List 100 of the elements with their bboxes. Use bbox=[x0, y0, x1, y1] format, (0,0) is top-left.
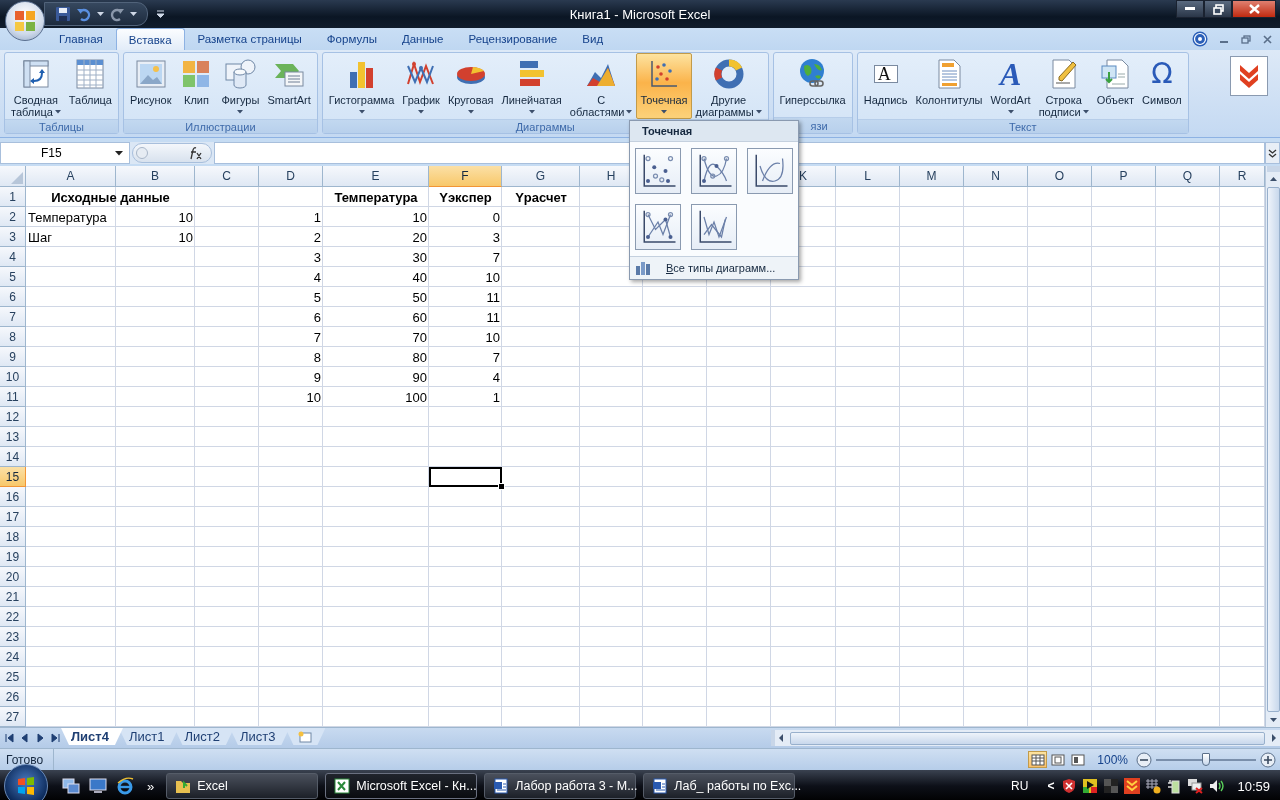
ribbon-button[interactable]: SmartArt bbox=[263, 53, 315, 119]
ribbon-button[interactable]: Другие диаграммы bbox=[691, 53, 766, 119]
sheet-tab[interactable]: Лист4 bbox=[61, 728, 123, 745]
row-header[interactable]: 22 bbox=[0, 607, 26, 627]
column-header[interactable]: M bbox=[900, 166, 964, 187]
column-header[interactable]: L bbox=[836, 166, 900, 187]
clock[interactable]: 10:59 bbox=[1237, 778, 1270, 794]
view-button[interactable] bbox=[1068, 751, 1088, 768]
minimize-button[interactable] bbox=[1176, 0, 1204, 18]
row-header[interactable]: 20 bbox=[0, 567, 26, 587]
customize-toolbar-icon[interactable] bbox=[156, 10, 165, 18]
ribbon-button[interactable]: Ω Символ bbox=[1138, 53, 1186, 119]
row-header[interactable]: 16 bbox=[0, 487, 26, 507]
ribbon-button[interactable]: A WordArt bbox=[986, 53, 1035, 119]
ribbon-tab[interactable]: Разметка страницы bbox=[185, 28, 314, 50]
column-header[interactable]: P bbox=[1092, 166, 1156, 187]
ribbon-button[interactable]: Строка подписи bbox=[1034, 53, 1093, 119]
ribbon-tab[interactable]: Рецензирование bbox=[456, 28, 570, 50]
ribbon-button[interactable]: Сводная таблица bbox=[7, 53, 65, 119]
chart-type-option[interactable] bbox=[747, 148, 793, 194]
row-header[interactable]: 25 bbox=[0, 667, 26, 687]
ribbon-button[interactable]: Круговая bbox=[443, 53, 498, 119]
row-header[interactable]: 17 bbox=[0, 507, 26, 527]
ribbon-tab[interactable]: Вставка bbox=[115, 28, 185, 50]
restore-button[interactable] bbox=[1204, 0, 1232, 18]
row-header[interactable]: 27 bbox=[0, 707, 26, 727]
column-header[interactable]: B bbox=[116, 166, 195, 187]
sheet-tab[interactable]: Лист3 bbox=[229, 728, 290, 745]
column-header[interactable]: G bbox=[502, 166, 580, 187]
add-in-button[interactable] bbox=[1230, 56, 1268, 96]
desktop-icon[interactable] bbox=[89, 778, 107, 794]
zoom-in-icon[interactable] bbox=[1260, 751, 1276, 768]
row-header[interactable]: 12 bbox=[0, 407, 26, 427]
row-header[interactable]: 2 bbox=[0, 207, 26, 227]
ribbon-button[interactable]: Гистограмма bbox=[324, 53, 399, 119]
network-warning-icon[interactable] bbox=[1145, 778, 1162, 794]
shield-x-icon[interactable] bbox=[1061, 778, 1078, 794]
row-header[interactable]: 9 bbox=[0, 347, 26, 367]
row-header[interactable]: 26 bbox=[0, 687, 26, 707]
redo-icon[interactable] bbox=[109, 6, 125, 22]
double-chevron-down-icon[interactable] bbox=[1124, 778, 1141, 794]
ribbon-button[interactable]: Точечная bbox=[636, 53, 692, 119]
row-header[interactable]: 3 bbox=[0, 227, 26, 247]
view-button[interactable] bbox=[1028, 751, 1048, 768]
column-header[interactable]: E bbox=[323, 166, 429, 187]
start-button[interactable] bbox=[4, 764, 48, 800]
name-box[interactable]: F15 bbox=[0, 142, 130, 164]
slider-thumb[interactable] bbox=[1202, 752, 1210, 766]
first-sheet-icon[interactable] bbox=[4, 732, 16, 744]
row-header[interactable]: 14 bbox=[0, 447, 26, 467]
sheet-tab[interactable]: Лист2 bbox=[174, 728, 234, 745]
browser-e-icon[interactable] bbox=[116, 777, 134, 795]
column-header[interactable]: O bbox=[1028, 166, 1092, 187]
close-icon[interactable] bbox=[1263, 34, 1272, 44]
chart-type-option[interactable] bbox=[635, 204, 681, 250]
row-header[interactable]: 18 bbox=[0, 527, 26, 547]
ribbon-tab[interactable]: Вид bbox=[570, 28, 616, 50]
volume-icon[interactable] bbox=[1208, 778, 1225, 794]
ribbon-tab[interactable]: Данные bbox=[389, 28, 456, 50]
ribbon-button[interactable]: Фигуры bbox=[217, 53, 264, 119]
ribbon-button[interactable]: График bbox=[398, 53, 444, 119]
chart-type-option[interactable] bbox=[691, 204, 737, 250]
ribbon-button[interactable]: Объект bbox=[1092, 53, 1139, 119]
column-header[interactable]: D bbox=[259, 166, 323, 187]
ribbon-button[interactable]: С областями bbox=[565, 53, 637, 119]
view-button[interactable] bbox=[1048, 751, 1068, 768]
taskbar-button[interactable]: Лабор работа 3 - М... bbox=[484, 773, 637, 799]
row-header[interactable]: 5 bbox=[0, 267, 26, 287]
row-header[interactable]: 4 bbox=[0, 247, 26, 267]
caret-icon[interactable] bbox=[97, 11, 104, 17]
column-header[interactable]: C bbox=[195, 166, 259, 187]
help-icon[interactable] bbox=[1192, 31, 1208, 47]
column-header[interactable]: Q bbox=[1156, 166, 1220, 187]
row-header[interactable]: 19 bbox=[0, 547, 26, 567]
column-header[interactable]: R bbox=[1220, 166, 1265, 187]
ribbon-button[interactable]: Колонтитулы bbox=[911, 53, 987, 119]
horizontal-scrollbar[interactable] bbox=[771, 730, 1280, 746]
close-button[interactable] bbox=[1232, 0, 1276, 18]
overflow-chevron[interactable]: » bbox=[147, 778, 155, 794]
chart-type-option[interactable] bbox=[635, 148, 681, 194]
language-indicator[interactable]: RU bbox=[1011, 779, 1029, 793]
expand-button[interactable] bbox=[1265, 142, 1280, 164]
ribbon-tab[interactable]: Главная bbox=[47, 28, 115, 50]
row-header[interactable]: 13 bbox=[0, 427, 26, 447]
last-sheet-icon[interactable] bbox=[49, 732, 61, 744]
scroll-thumb[interactable] bbox=[790, 731, 1265, 745]
active-cell[interactable] bbox=[429, 467, 502, 487]
column-header[interactable]: F bbox=[429, 166, 502, 187]
zoom-slider[interactable] bbox=[1156, 751, 1256, 768]
next-sheet-icon[interactable] bbox=[34, 732, 46, 744]
row-header[interactable]: 10 bbox=[0, 367, 26, 387]
ribbon-tab[interactable]: Формулы bbox=[314, 28, 389, 50]
show-hidden-icons-button[interactable]: < bbox=[1047, 779, 1055, 793]
column-header[interactable]: A bbox=[26, 166, 116, 187]
taskbar-button[interactable]: Microsoft Excel - Кн... bbox=[325, 773, 478, 799]
row-header[interactable]: 7 bbox=[0, 307, 26, 327]
caret-icon[interactable] bbox=[130, 11, 137, 17]
ribbon-button[interactable]: A Надпись bbox=[859, 53, 912, 119]
previous-sheet-icon[interactable] bbox=[19, 732, 31, 744]
zoom-level[interactable]: 100% bbox=[1097, 752, 1128, 767]
